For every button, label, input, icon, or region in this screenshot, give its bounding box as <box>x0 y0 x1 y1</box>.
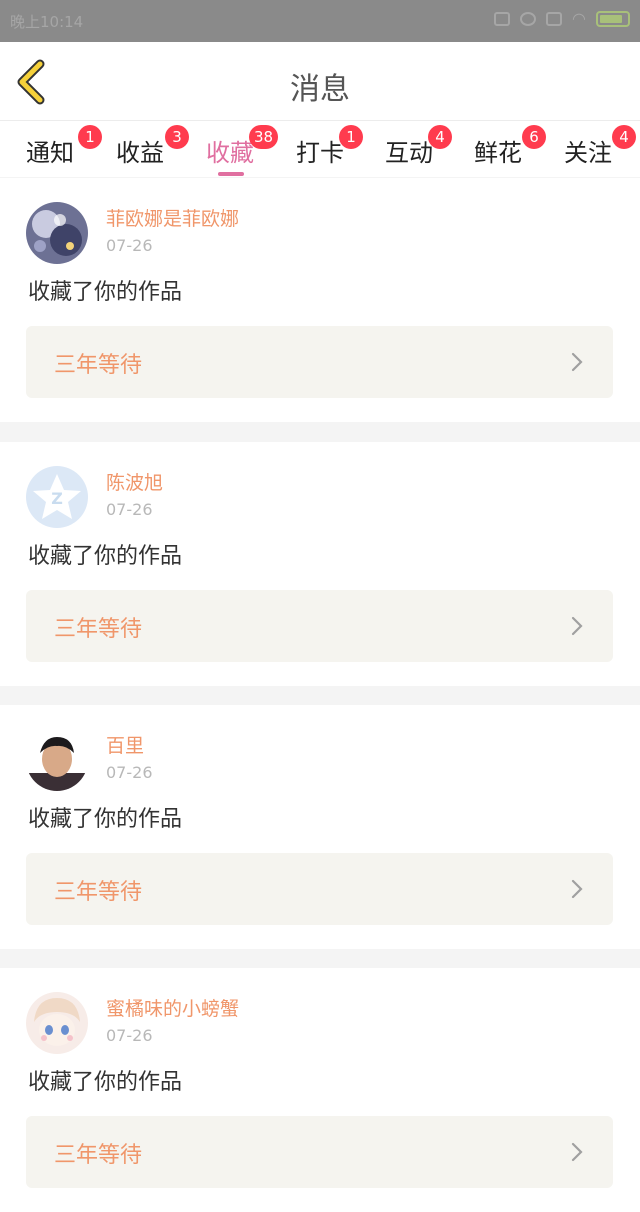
action-text: 收藏了你的作品 <box>28 807 183 832</box>
avatar[interactable]: Z <box>26 466 88 528</box>
tab-label: 鲜花 <box>474 139 522 167</box>
sim-icon <box>494 11 511 26</box>
message-card: 菲欧娜是菲欧娜 07-26 收藏了你的作品 三年等待 <box>0 178 640 422</box>
tab-label: 收益 <box>116 139 164 167</box>
work-link[interactable]: 三年等待 <box>26 326 613 398</box>
unread-badge: 3 <box>165 125 189 149</box>
avatar[interactable] <box>26 202 88 264</box>
tab-label: 关注 <box>564 139 612 167</box>
tab-notice[interactable]: 通知 1 <box>26 125 102 168</box>
chevron-right-icon <box>571 879 583 899</box>
tab-earnings[interactable]: 收益 3 <box>116 125 189 168</box>
action-text: 收藏了你的作品 <box>28 280 183 305</box>
tab-label: 打卡 <box>296 139 344 167</box>
tab-flowers[interactable]: 鲜花 6 <box>474 125 546 168</box>
message-card: 百里 07-26 收藏了你的作品 三年等待 <box>0 705 640 949</box>
message-card: 蜜橘味的小螃蟹 07-26 收藏了你的作品 三年等待 <box>0 968 640 1212</box>
unread-badge: 38 <box>249 125 279 149</box>
avatar[interactable] <box>26 992 88 1054</box>
unread-badge: 4 <box>428 125 452 149</box>
action-text: 收藏了你的作品 <box>28 1070 183 1095</box>
active-tab-indicator <box>218 172 244 176</box>
message-card: Z 陈波旭 07-26 收藏了你的作品 三年等待 <box>0 442 640 686</box>
work-title: 三年等待 <box>54 353 143 378</box>
status-icons: ◠ <box>494 9 630 28</box>
unread-badge: 1 <box>339 125 363 149</box>
tab-favorites[interactable]: 收藏 38 <box>206 125 279 176</box>
tab-interaction[interactable]: 互动 4 <box>385 125 452 168</box>
username[interactable]: 蜜橘味的小螃蟹 <box>106 994 239 1021</box>
signal-icon <box>546 11 563 26</box>
avatar[interactable] <box>26 729 88 791</box>
message-date: 07-26 <box>106 500 153 519</box>
username[interactable]: 百里 <box>106 731 144 758</box>
message-date: 07-26 <box>106 236 153 255</box>
tab-label: 互动 <box>385 139 433 167</box>
work-title: 三年等待 <box>54 617 143 642</box>
unread-badge: 1 <box>78 125 102 149</box>
battery-icon <box>596 10 630 27</box>
username[interactable]: 陈波旭 <box>106 468 163 495</box>
tab-checkin[interactable]: 打卡 1 <box>296 125 363 168</box>
tab-label: 通知 <box>26 139 74 167</box>
chevron-right-icon <box>571 616 583 636</box>
wifi-icon: ◠ <box>572 9 586 28</box>
svg-text:Z: Z <box>51 489 63 508</box>
work-link[interactable]: 三年等待 <box>26 1116 613 1188</box>
username[interactable]: 菲欧娜是菲欧娜 <box>106 204 239 231</box>
tab-label: 收藏 <box>206 139 254 167</box>
unread-badge: 4 <box>612 125 636 149</box>
status-bar: 晚上10:14 ◠ <box>0 0 640 42</box>
chevron-right-icon <box>571 1142 583 1162</box>
page-title: 消息 <box>290 72 350 107</box>
alarm-icon <box>520 11 537 26</box>
message-date: 07-26 <box>106 1026 153 1045</box>
work-link[interactable]: 三年等待 <box>26 590 613 662</box>
tab-following[interactable]: 关注 4 <box>564 125 636 168</box>
work-link[interactable]: 三年等待 <box>26 853 613 925</box>
message-date: 07-26 <box>106 763 153 782</box>
work-title: 三年等待 <box>54 1143 143 1168</box>
status-time: 晚上10:14 <box>10 13 84 31</box>
nav-bar: 消息 <box>0 42 640 121</box>
unread-badge: 6 <box>522 125 546 149</box>
action-text: 收藏了你的作品 <box>28 544 183 569</box>
tab-bar: 通知 1 收益 3 收藏 38 打卡 1 互动 4 鲜花 6 关注 4 <box>0 121 640 177</box>
work-title: 三年等待 <box>54 880 143 905</box>
chevron-right-icon <box>571 352 583 372</box>
